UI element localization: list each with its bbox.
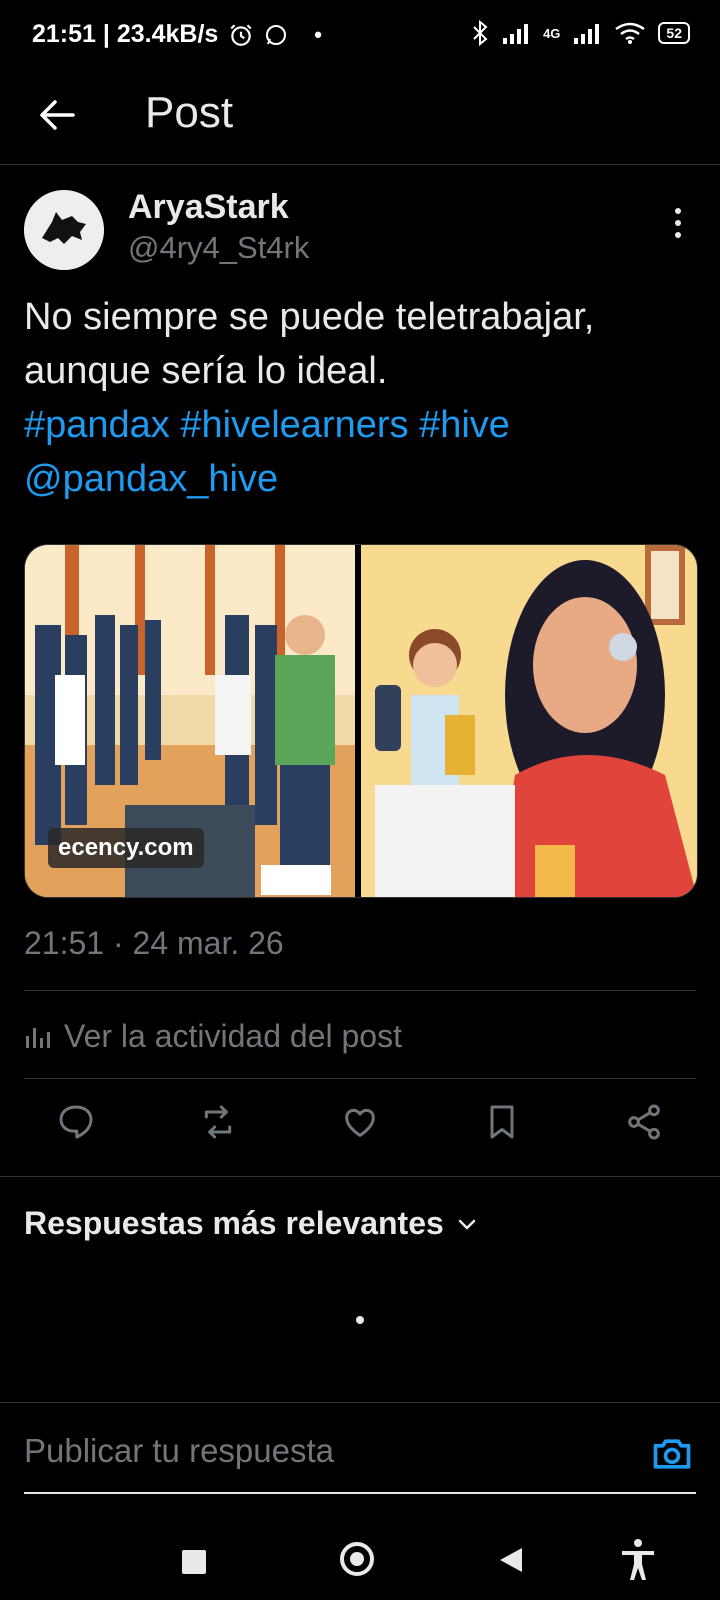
reply-button[interactable] (54, 1100, 98, 1144)
like-button[interactable] (338, 1100, 382, 1144)
home-button[interactable] (340, 1542, 374, 1576)
hashtag-link[interactable]: #hive (419, 404, 510, 446)
system-nav-bar (0, 1520, 720, 1600)
mention-link[interactable]: @pandax_hive (24, 452, 704, 506)
camera-button[interactable] (650, 1432, 694, 1476)
signal-icon (503, 24, 529, 44)
author-handle[interactable]: @4ry4_St4rk (128, 230, 309, 266)
divider (0, 1402, 720, 1403)
divider (24, 1078, 696, 1079)
action-bar (24, 1100, 696, 1160)
post-activity-link[interactable]: Ver la actividad del post (24, 1018, 402, 1055)
back-nav-icon[interactable] (498, 1546, 524, 1574)
battery-icon: 52 (658, 22, 690, 44)
more-vertical-icon (675, 208, 681, 238)
hashtag-link[interactable]: #pandax (24, 404, 170, 446)
bookmark-icon (490, 1105, 514, 1139)
replies-sort-label: Respuestas más relevantes (24, 1205, 444, 1241)
bluetooth-icon (473, 20, 488, 46)
chevron-down-icon (458, 1219, 476, 1230)
recents-button[interactable] (182, 1550, 206, 1574)
battery-level: 52 (666, 25, 682, 41)
status-left: 21:51 | 23.4kB/s • (32, 20, 322, 49)
status-bar: 21:51 | 23.4kB/s • 4G 52 (0, 0, 720, 70)
wolf-sigil-icon (24, 190, 104, 270)
accessibility-icon[interactable] (620, 1538, 656, 1582)
wifi-icon (615, 22, 646, 44)
post-activity-label: Ver la actividad del post (64, 1018, 402, 1054)
top-header: Post (0, 70, 720, 165)
hashtag-link[interactable]: #hivelearners (180, 404, 408, 446)
status-time-speed: 21:51 | 23.4kB/s (32, 20, 219, 48)
home-dot-icon (350, 1552, 364, 1566)
repost-icon (204, 1105, 232, 1139)
signal-icon-2 (574, 24, 600, 44)
network-type: 4G (543, 25, 561, 41)
divider (0, 1176, 720, 1177)
page-title: Post (145, 88, 234, 137)
reply-input-underline (24, 1492, 696, 1494)
loading-indicator (356, 1316, 364, 1324)
whatsapp-icon (266, 24, 287, 45)
reply-icon (59, 1105, 93, 1139)
back-arrow-icon (40, 100, 75, 130)
divider (24, 990, 696, 991)
post-text-line1: No siempre se puede teletrabajar, (24, 296, 595, 338)
replies-sort-dropdown[interactable]: Respuestas más relevantes (24, 1205, 478, 1242)
image-watermark: ecency.com (48, 828, 204, 868)
status-dot: • (314, 21, 322, 47)
like-icon (345, 1108, 375, 1137)
alarm-icon (230, 23, 252, 46)
status-right: 4G 52 (471, 20, 690, 46)
back-button[interactable] (34, 92, 80, 138)
hashtags-line: #pandax #hivelearners #hive (24, 398, 704, 452)
share-button[interactable] (622, 1100, 666, 1144)
post-timestamp: 21:51 · 24 mar. 26 (24, 925, 284, 961)
reply-input[interactable]: Publicar tu respuesta (24, 1432, 334, 1470)
avatar[interactable] (24, 190, 104, 270)
repost-button[interactable] (196, 1100, 240, 1144)
share-icon (628, 1104, 660, 1140)
bookmark-button[interactable] (480, 1100, 524, 1144)
camera-icon (653, 1439, 691, 1469)
author-name[interactable]: AryaStark (128, 188, 289, 227)
analytics-icon (26, 1027, 50, 1048)
post-text-line2: aunque sería lo ideal. (24, 350, 388, 392)
post-text: No siempre se puede teletrabajar, aunque… (24, 290, 704, 506)
more-options-button[interactable] (668, 205, 688, 241)
